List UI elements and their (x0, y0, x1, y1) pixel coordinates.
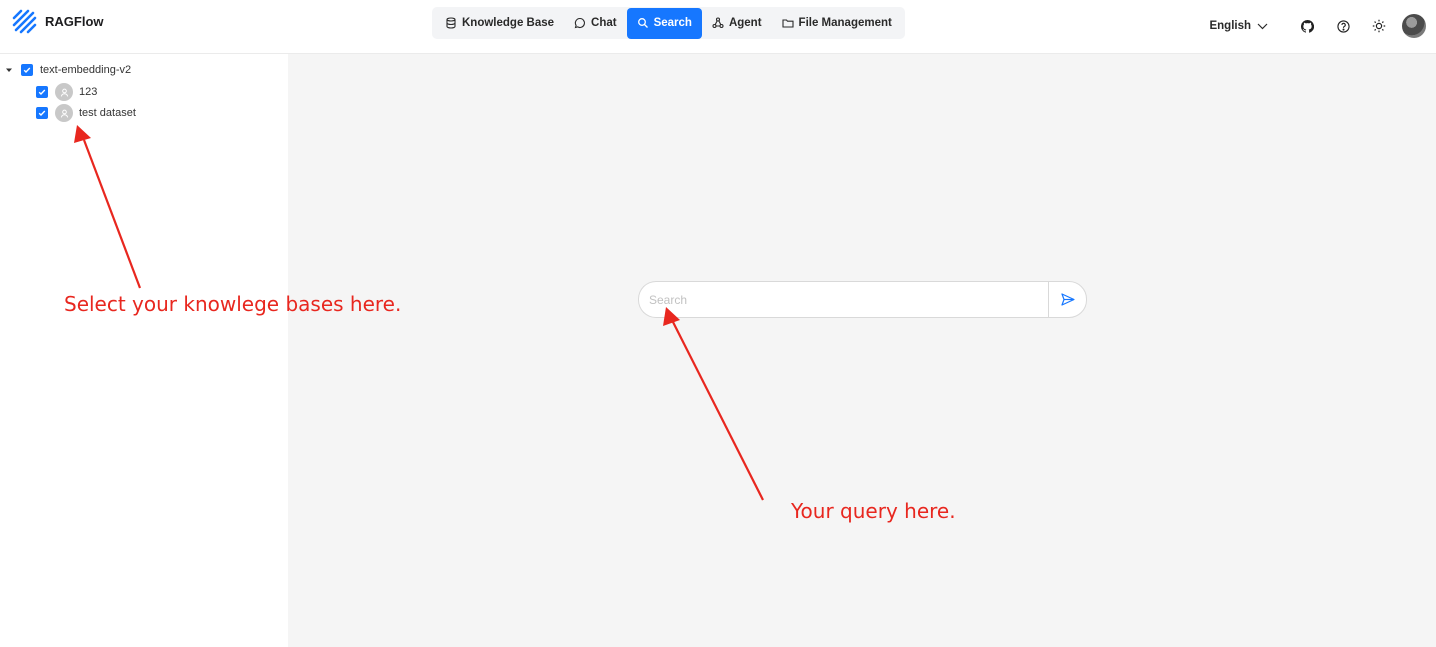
tree-item[interactable]: test dataset (36, 104, 136, 122)
tree-item-checkbox[interactable] (36, 86, 48, 98)
nav-knowledge-base[interactable]: Knowledge Base (435, 9, 564, 37)
tree-root-checkbox[interactable] (21, 64, 33, 76)
chat-bubble-icon (574, 17, 586, 29)
search-main-area (288, 54, 1436, 647)
nav-label: File Management (798, 17, 892, 29)
tree-item-label: 123 (79, 86, 98, 98)
checkmark-icon (38, 110, 46, 117)
user-icon (60, 109, 68, 118)
nav-label: Chat (591, 17, 617, 29)
help-circle-icon (1336, 19, 1350, 33)
theme-toggle-button[interactable] (1368, 15, 1390, 37)
agent-graph-icon (712, 17, 724, 29)
send-icon (1060, 293, 1075, 306)
checkmark-icon (23, 67, 31, 74)
knowledge-base-sidebar: text-embedding-v2 123 test dataset (0, 54, 288, 647)
language-select[interactable]: English (1209, 20, 1268, 32)
nav-search[interactable]: Search (626, 7, 702, 39)
top-header: RAGFlow Knowledge Base Chat Search Agent… (0, 0, 1436, 54)
checkmark-icon (38, 89, 46, 96)
tree-root-label: text-embedding-v2 (40, 64, 132, 76)
tree-item[interactable]: 123 (36, 83, 97, 101)
language-label: English (1209, 20, 1251, 32)
nav-label: Knowledge Base (462, 17, 555, 29)
nav-label: Agent (728, 17, 762, 29)
database-icon (446, 17, 456, 29)
header-tools: English (1209, 14, 1426, 38)
caret-down-icon[interactable] (5, 66, 13, 74)
folder-icon (781, 19, 794, 28)
main-nav: Knowledge Base Chat Search Agent File Ma… (432, 7, 905, 39)
tree-item-label: test dataset (79, 107, 136, 119)
brand-name[interactable]: RAGFlow (45, 14, 104, 29)
nav-chat[interactable]: Chat (564, 9, 627, 37)
user-icon (60, 88, 68, 97)
chevron-down-icon (1257, 23, 1268, 29)
sun-icon (1372, 19, 1386, 33)
tree-item-checkbox[interactable] (36, 107, 48, 119)
ragflow-logo-icon[interactable] (12, 9, 38, 35)
nav-file-management[interactable]: File Management (772, 9, 902, 37)
nav-agent[interactable]: Agent (702, 9, 772, 37)
annotation-query: Your query here. (791, 499, 956, 523)
github-icon (1300, 19, 1314, 33)
annotation-select-kb: Select your knowlege bases here. (64, 292, 402, 316)
search-input[interactable] (638, 281, 1048, 318)
search-bar (638, 281, 1087, 318)
help-button[interactable] (1332, 15, 1354, 37)
user-avatar[interactable] (1402, 14, 1426, 38)
github-button[interactable] (1296, 15, 1318, 37)
kb-avatar (55, 104, 73, 122)
tree-root[interactable]: text-embedding-v2 (5, 64, 131, 76)
kb-avatar (55, 83, 73, 101)
nav-label: Search (653, 17, 692, 29)
search-icon (637, 18, 648, 28)
send-button[interactable] (1048, 281, 1087, 318)
